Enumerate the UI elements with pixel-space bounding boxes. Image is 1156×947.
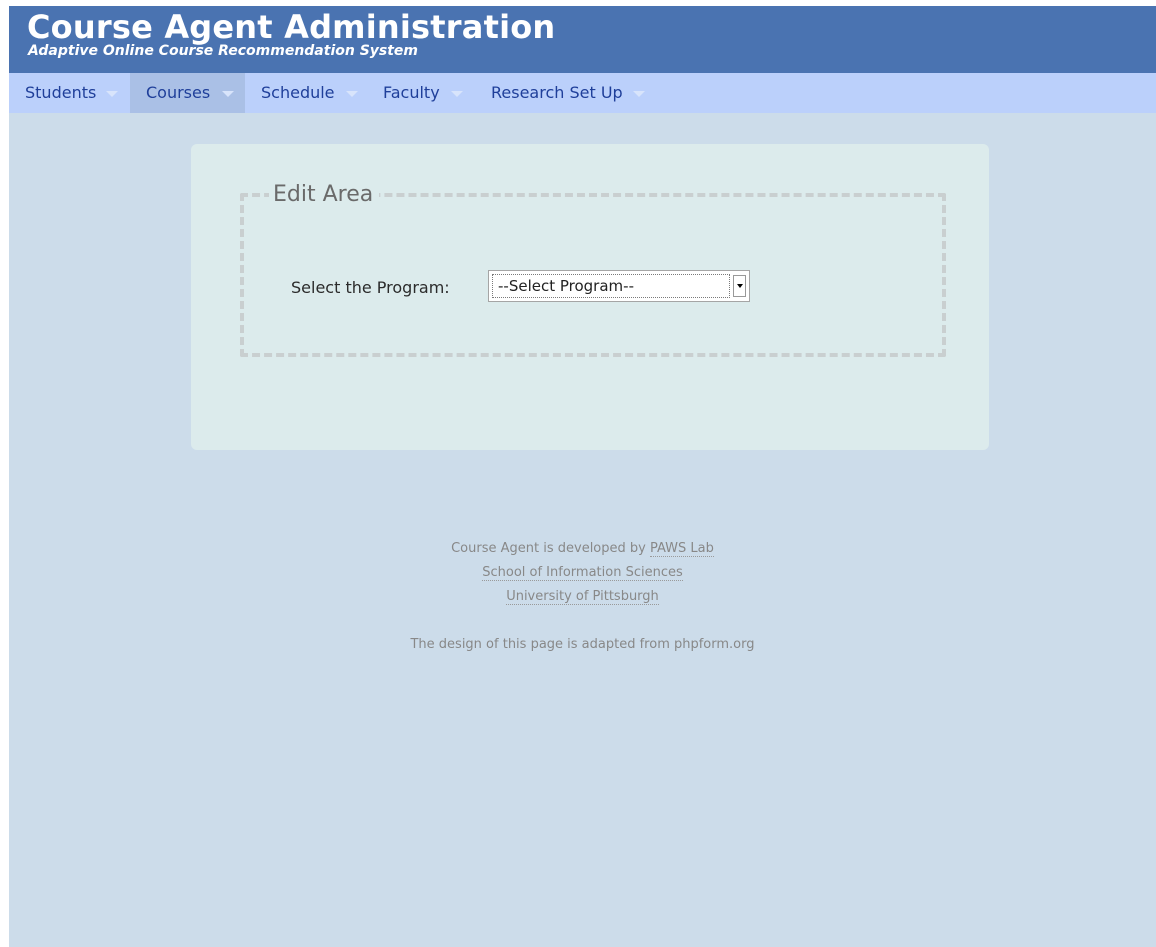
- nav-schedule[interactable]: Schedule: [245, 73, 367, 113]
- nav-research-set-up-label: Research Set Up: [491, 83, 623, 102]
- nav-research-set-up[interactable]: Research Set Up: [475, 73, 655, 113]
- footer-developed-text: Course Agent is developed by: [451, 541, 646, 556]
- program-select-value: --Select Program--: [498, 277, 634, 295]
- footer-design-note: The design of this page is adapted from …: [410, 637, 755, 652]
- university-link[interactable]: University of Pittsburgh: [506, 589, 659, 605]
- program-label: Select the Program:: [291, 278, 450, 297]
- page: Course Agent Administration Adaptive Onl…: [9, 6, 1156, 947]
- footer-school: School of Information Sciences: [9, 565, 1156, 581]
- paws-lab-link[interactable]: PAWS Lab: [649, 541, 714, 557]
- nav-faculty[interactable]: Faculty: [367, 73, 475, 113]
- nav-students-label: Students: [25, 83, 97, 102]
- chevron-down-icon: [737, 284, 743, 288]
- nav-courses[interactable]: Courses: [130, 73, 245, 113]
- chevron-down-icon: [346, 91, 358, 97]
- program-select[interactable]: --Select Program--: [488, 270, 750, 302]
- school-link[interactable]: School of Information Sciences: [482, 565, 683, 581]
- nav-courses-label: Courses: [146, 83, 211, 102]
- chevron-down-icon: [451, 91, 463, 97]
- nav-faculty-label: Faculty: [383, 83, 440, 102]
- nav-students[interactable]: Students: [9, 73, 130, 113]
- chevron-down-icon: [222, 91, 234, 97]
- chevron-down-icon: [106, 91, 118, 97]
- chevron-down-icon: [633, 91, 645, 97]
- edit-area-fieldset: Edit Area Select the Program: --Select P…: [240, 180, 946, 357]
- nav-schedule-label: Schedule: [261, 83, 335, 102]
- select-arrow-button[interactable]: [733, 275, 746, 297]
- footer-developed-by: Course Agent is developed by PAWS Lab: [9, 541, 1156, 557]
- site-header: Course Agent Administration Adaptive Onl…: [9, 6, 1156, 73]
- site-title: Course Agent Administration: [27, 8, 556, 46]
- site-subtitle: Adaptive Online Course Recommendation Sy…: [28, 43, 419, 59]
- footer-university: University of Pittsburgh: [9, 589, 1156, 605]
- edit-panel: Edit Area Select the Program: --Select P…: [191, 144, 989, 450]
- edit-area-legend: Edit Area: [269, 180, 380, 210]
- main-nav: Students Courses Schedule Faculty Resear…: [9, 73, 1156, 113]
